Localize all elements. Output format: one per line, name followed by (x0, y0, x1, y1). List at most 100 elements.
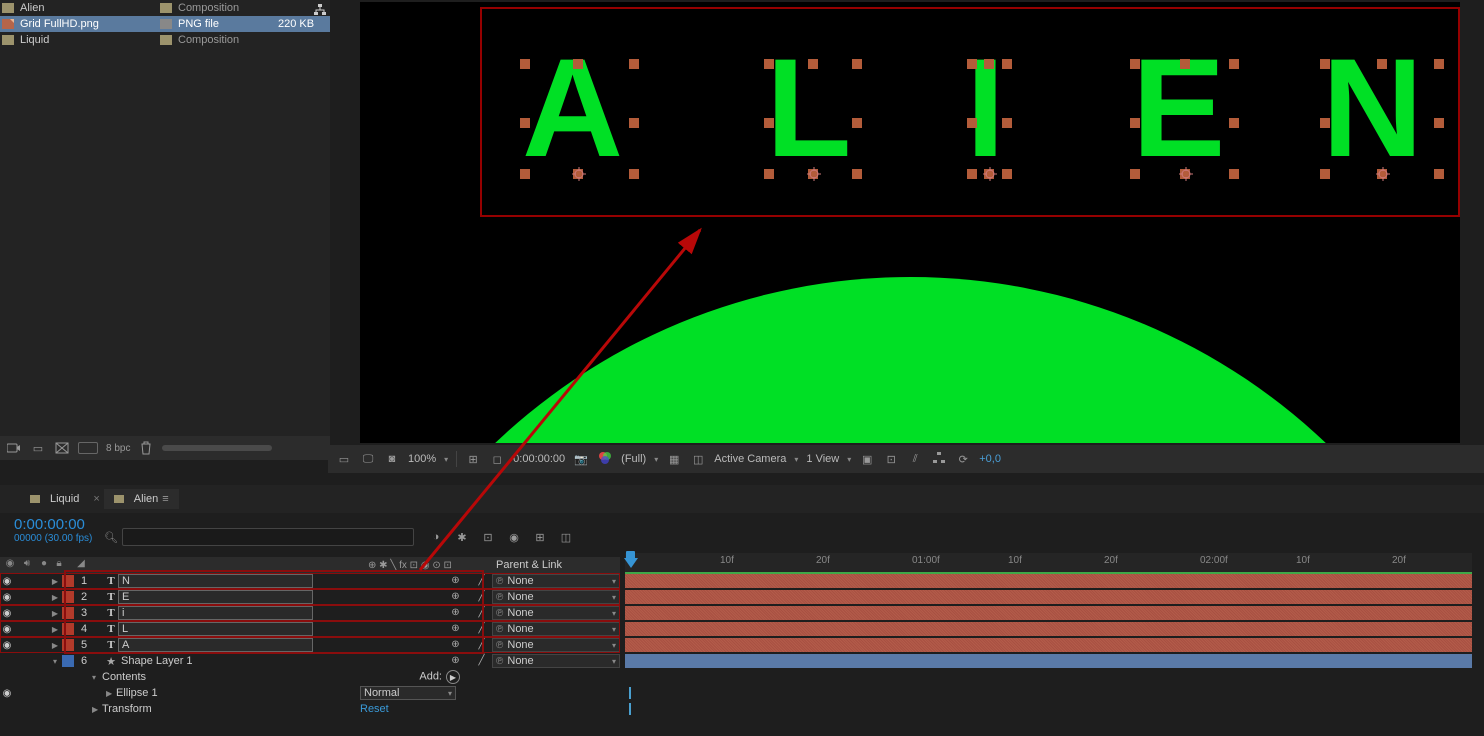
layer-tracks[interactable] (625, 573, 1472, 717)
layer-name[interactable]: i (118, 606, 313, 620)
pickwhip-icon[interactable]: ℗ (496, 576, 503, 587)
eye-icon[interactable]: ◉ (0, 640, 14, 651)
audio-column-icon[interactable]: 🔊︎ (20, 558, 34, 572)
chevron-down-icon[interactable]: ▾ (654, 455, 658, 464)
selection-handle[interactable] (1434, 59, 1444, 69)
parent-dropdown[interactable]: ℗None▾ (492, 574, 620, 588)
selection-handle[interactable] (520, 59, 530, 69)
fast-preview-icon[interactable]: ⫽ (907, 453, 923, 466)
frame-blend-icon[interactable]: ⊡ (480, 529, 496, 545)
chevron-down-icon[interactable]: ▾ (612, 609, 616, 618)
view-layout-icon[interactable]: ◫ (690, 453, 706, 466)
track-row[interactable] (625, 605, 1472, 621)
magnify-icon[interactable]: ▭ (336, 453, 352, 466)
selection-handle[interactable] (1002, 118, 1012, 128)
twirl-icon[interactable]: ▶ (50, 625, 60, 634)
selection-handle[interactable] (808, 59, 818, 69)
letter-n[interactable]: N (1322, 27, 1423, 189)
motion-blur-icon[interactable]: ◉ (506, 529, 522, 545)
twirl-icon[interactable]: ▶ (50, 609, 60, 618)
parent-dropdown[interactable]: ℗None▾ (492, 606, 620, 620)
eye-icon[interactable]: ◉ (0, 576, 14, 587)
project-item[interactable]: Alien Composition (0, 0, 330, 16)
parent-dropdown[interactable]: ℗None▾ (492, 654, 620, 668)
track-row[interactable] (625, 621, 1472, 637)
panel-menu-icon[interactable]: ≡ (162, 493, 168, 505)
project-search-slider[interactable] (162, 445, 272, 451)
twirl-icon[interactable]: ▶ (92, 705, 102, 714)
label-color[interactable] (62, 575, 74, 587)
layer-name[interactable]: N (118, 574, 313, 588)
reset-exposure-icon[interactable]: ⟳ (955, 453, 971, 466)
display-icon[interactable]: 🖵 (360, 453, 376, 466)
pickwhip-icon[interactable]: ℗ (496, 608, 503, 619)
letter-i[interactable]: I (966, 27, 1005, 189)
time-ruler[interactable]: 10f 20f 01:00f 10f 20f 02:00f 10f 20f (625, 553, 1472, 573)
selection-handle[interactable] (1180, 59, 1190, 69)
tab-close-icon[interactable]: × (93, 493, 99, 505)
letter-l[interactable]: L (766, 27, 852, 189)
selection-handle[interactable] (1229, 118, 1239, 128)
timeline-tab-liquid[interactable]: Liquid (20, 489, 89, 509)
selection-handle[interactable] (852, 169, 862, 179)
chevron-down-icon[interactable]: ▾ (794, 455, 798, 464)
pickwhip-icon[interactable]: ℗ (496, 640, 503, 651)
search-input[interactable] (122, 528, 414, 546)
eye-icon[interactable]: ◉ (0, 608, 14, 619)
selection-handle[interactable] (764, 169, 774, 179)
letter-a[interactable]: A (522, 27, 623, 189)
selection-handle[interactable] (520, 118, 530, 128)
label-color[interactable] (62, 639, 74, 651)
selection-handle[interactable] (967, 118, 977, 128)
current-time-indicator[interactable] (625, 551, 638, 571)
selection-handle[interactable] (967, 169, 977, 179)
layer-name[interactable]: A (118, 638, 313, 652)
anchor-point-icon[interactable] (983, 167, 997, 181)
selection-handle[interactable] (1130, 118, 1140, 128)
layer-row[interactable]: ◉ ▶ 1 T N ⊕╱ ℗None▾ (0, 573, 620, 589)
snapshot-icon[interactable]: 📷 (573, 453, 589, 466)
anchor-point-icon[interactable] (1179, 167, 1193, 181)
resolution-icon[interactable]: ⊞ (465, 453, 481, 466)
eye-icon[interactable]: ◉ (0, 624, 14, 635)
label-color[interactable] (62, 607, 74, 619)
selection-handle[interactable] (1229, 169, 1239, 179)
selection-handle[interactable] (1320, 59, 1330, 69)
layer-switches[interactable]: ⊕╱ (449, 591, 488, 604)
solo-column-icon[interactable]: ● (37, 558, 51, 572)
selection-handle[interactable] (1434, 169, 1444, 179)
selection-handle[interactable] (1377, 59, 1387, 69)
composition-viewer[interactable]: A L I E N (360, 2, 1460, 443)
transparency-grid-icon[interactable]: ▦ (666, 453, 682, 466)
graph-editor-icon[interactable]: ⊞ (532, 529, 548, 545)
chevron-down-icon[interactable]: ▾ (612, 577, 616, 586)
label-color[interactable] (62, 623, 74, 635)
track-row[interactable] (625, 573, 1472, 589)
add-property-button[interactable]: Add:▶ (419, 670, 460, 684)
selection-handle[interactable] (573, 59, 583, 69)
bpc-button[interactable] (78, 442, 98, 454)
timeline-tab-alien[interactable]: Alien ≡ (104, 489, 179, 509)
selection-handle[interactable] (629, 118, 639, 128)
project-item-selected[interactable]: Grid FullHD.png PNG file 220 KB (0, 16, 330, 32)
chevron-down-icon[interactable]: ▾ (444, 455, 448, 464)
shy-icon[interactable]: ✱ (454, 529, 470, 545)
letter-e[interactable]: E (1132, 27, 1225, 189)
draft-3d-icon[interactable]: ◫ (558, 529, 574, 545)
layer-switches[interactable]: ⊕╱ (449, 575, 488, 588)
comp-marker-icon[interactable]: ◑ (428, 529, 444, 545)
eye-column-icon[interactable]: ◉ (3, 558, 17, 572)
layer-property-transform[interactable]: ▶ Transform Reset (0, 701, 620, 717)
selection-handle[interactable] (1002, 169, 1012, 179)
chevron-down-icon[interactable]: ▾ (612, 641, 616, 650)
parent-dropdown[interactable]: ℗None▾ (492, 590, 620, 604)
chevron-down-icon[interactable]: ▾ (847, 455, 851, 464)
layer-switches[interactable]: ⊕╱ (449, 607, 488, 620)
layer-row[interactable]: ◉ ▶ 3 T i ⊕╱ ℗None▾ (0, 605, 620, 621)
pixel-aspect-icon[interactable]: ⊡ (883, 453, 899, 466)
anchor-point-icon[interactable] (572, 167, 586, 181)
views-value[interactable]: 1 View (806, 453, 839, 465)
selection-handle[interactable] (1002, 59, 1012, 69)
eye-icon[interactable]: ◉ (0, 688, 14, 699)
label-column-icon[interactable]: ◢ (74, 558, 88, 572)
